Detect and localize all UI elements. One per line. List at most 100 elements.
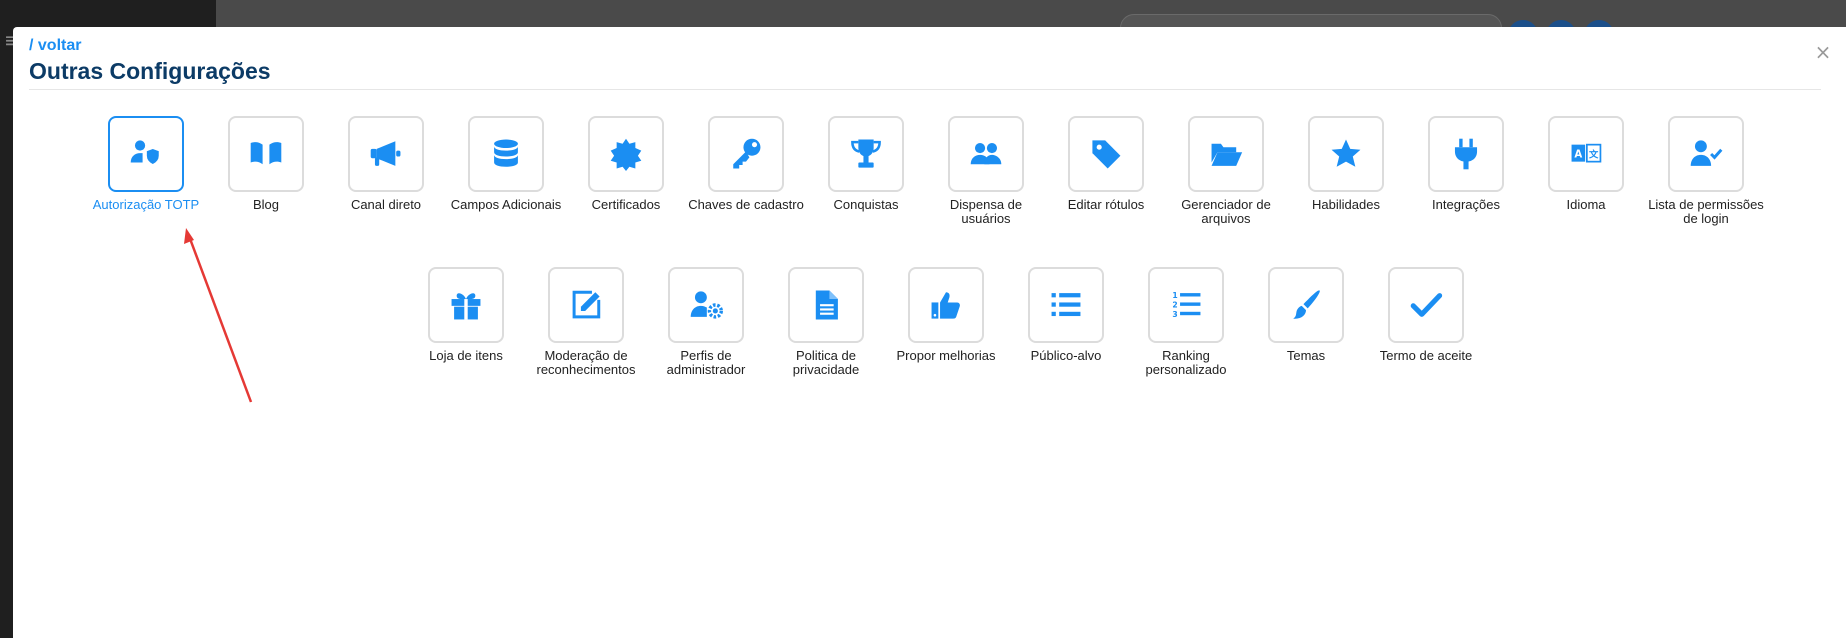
thumbs-up-icon (931, 292, 960, 319)
back-link[interactable]: / voltar (29, 37, 81, 55)
settings-tile-box[interactable] (1268, 267, 1344, 343)
settings-tile-label: Moderação de reconhecimentos (536, 348, 636, 377)
database-icon (494, 139, 518, 167)
user-cog-icon (690, 291, 723, 319)
settings-modal: / voltar Outras Configurações × Autoriza… (13, 27, 1846, 638)
settings-tile-label: Termo de aceite (1379, 348, 1473, 363)
settings-tile[interactable]: Temas (1246, 267, 1366, 363)
settings-tile-box[interactable] (348, 116, 424, 192)
user-shield-icon (130, 140, 161, 167)
settings-tile-label: Campos Adicionais (450, 197, 562, 212)
divider (29, 89, 1821, 90)
settings-tile-label: Habilidades (1312, 197, 1380, 212)
language-icon: A文 (1571, 143, 1602, 163)
settings-tile[interactable]: Integrações (1406, 116, 1526, 212)
settings-tile[interactable]: Editar rótulos (1046, 116, 1166, 212)
book-open-icon (250, 142, 282, 165)
settings-tile-label: Lista de permissões de login (1648, 197, 1764, 226)
settings-tile-box[interactable] (1188, 116, 1264, 192)
settings-tile[interactable]: A 文 Idioma (1526, 116, 1646, 212)
settings-tile-box[interactable] (1068, 116, 1144, 192)
tag-icon (1092, 140, 1121, 169)
settings-tile-box[interactable] (468, 116, 544, 192)
settings-tile[interactable]: Autorização TOTP (86, 116, 206, 212)
settings-tile-box[interactable] (1028, 267, 1104, 343)
settings-tile-box[interactable] (668, 267, 744, 343)
settings-tile-label: Politica de privacidade (792, 348, 860, 377)
settings-tile-label: Certificados (591, 197, 661, 212)
settings-tile-box[interactable] (828, 116, 904, 192)
svg-text:A: A (1574, 149, 1582, 160)
settings-tile-box[interactable] (1428, 116, 1504, 192)
settings-tile-box[interactable] (1668, 116, 1744, 192)
settings-tile[interactable]: Blog (206, 116, 326, 212)
settings-tile-label: Integrações (1432, 197, 1500, 212)
settings-tile-box[interactable] (788, 267, 864, 343)
settings-tile-box[interactable] (228, 116, 304, 192)
file-alt-icon (815, 290, 838, 320)
list-ol-icon: 123 (1172, 291, 1201, 319)
settings-tile-box[interactable] (588, 116, 664, 192)
settings-tile-box[interactable] (908, 267, 984, 343)
settings-tile-label: Perfis de administrador (666, 348, 746, 377)
settings-tile[interactable]: Conquistas (806, 116, 926, 212)
svg-text:1: 1 (1172, 291, 1177, 300)
settings-tile[interactable]: Dispensa de usuários (926, 116, 1046, 226)
svg-text:3: 3 (1172, 310, 1177, 319)
settings-tile[interactable]: Propor melhorias (886, 267, 1006, 363)
user-check-icon (1690, 140, 1723, 166)
settings-tile[interactable]: Chaves de cadastro (686, 116, 806, 212)
settings-tile-box[interactable] (1308, 116, 1384, 192)
list-icon (1051, 293, 1081, 317)
settings-tile[interactable]: 1 2 3 Ranking personalizado (1126, 267, 1246, 377)
settings-tile-label: Loja de itens (429, 348, 503, 363)
settings-tile-box[interactable] (1388, 267, 1464, 343)
settings-tile-label: Conquistas (833, 197, 899, 212)
settings-tile[interactable]: Canal direto (326, 116, 446, 212)
svg-text:文: 文 (1588, 148, 1599, 160)
bullhorn-icon (370, 141, 401, 166)
svg-text:2: 2 (1172, 301, 1177, 310)
settings-tile-box[interactable] (428, 267, 504, 343)
settings-tile[interactable]: Politica de privacidade (766, 267, 886, 377)
settings-tile[interactable]: Perfis de administrador (646, 267, 766, 377)
settings-tile[interactable]: Habilidades (1286, 116, 1406, 212)
trophy-icon (851, 139, 881, 168)
settings-tile-box[interactable]: A文 (1548, 116, 1624, 192)
paint-brush-icon (1293, 290, 1320, 319)
settings-tile-label: Temas (1286, 348, 1326, 363)
settings-tile-label: Editar rótulos (1067, 197, 1145, 212)
settings-tile-label: Público-alvo (1030, 348, 1102, 363)
key-icon (733, 138, 761, 169)
settings-tile[interactable]: Lista de permissões de login (1646, 116, 1766, 226)
settings-tile-label: Ranking personalizado (1145, 348, 1227, 377)
settings-tile[interactable]: Moderação de reconhecimentos (526, 267, 646, 377)
star-icon (1331, 139, 1361, 167)
settings-tile-label: Autorização TOTP (92, 197, 200, 212)
settings-tile[interactable]: Campos Adicionais (446, 116, 566, 212)
gift-icon (451, 293, 481, 320)
settings-tile[interactable]: Termo de aceite (1366, 267, 1486, 363)
plug-icon (1454, 138, 1478, 170)
settings-tile-box[interactable] (948, 116, 1024, 192)
settings-tile-label: Chaves de cadastro (688, 197, 804, 212)
settings-tile[interactable]: Gerenciador de arquivos (1166, 116, 1286, 226)
settings-tile-label: Blog (252, 197, 280, 212)
settings-tile-box[interactable] (708, 116, 784, 192)
settings-tile-label: Canal direto (350, 197, 422, 212)
settings-tile-box[interactable] (548, 267, 624, 343)
settings-tile-label: Dispensa de usuários (949, 197, 1023, 226)
settings-tile[interactable]: Loja de itens (406, 267, 526, 363)
users-icon (970, 142, 1002, 165)
settings-tile-label: Gerenciador de arquivos (1181, 197, 1271, 226)
settings-tile[interactable]: Público-alvo (1006, 267, 1126, 363)
modal-title: Outras Configurações (29, 58, 271, 84)
settings-tile[interactable]: Certificados (566, 116, 686, 212)
check-icon (1410, 293, 1443, 317)
settings-tile-box[interactable] (108, 116, 184, 192)
certificate-icon (610, 138, 642, 171)
close-icon[interactable]: × (1812, 41, 1834, 63)
settings-tile-box[interactable]: 123 (1148, 267, 1224, 343)
edit-icon (572, 290, 601, 319)
settings-tile-label: Propor melhorias (896, 348, 996, 363)
